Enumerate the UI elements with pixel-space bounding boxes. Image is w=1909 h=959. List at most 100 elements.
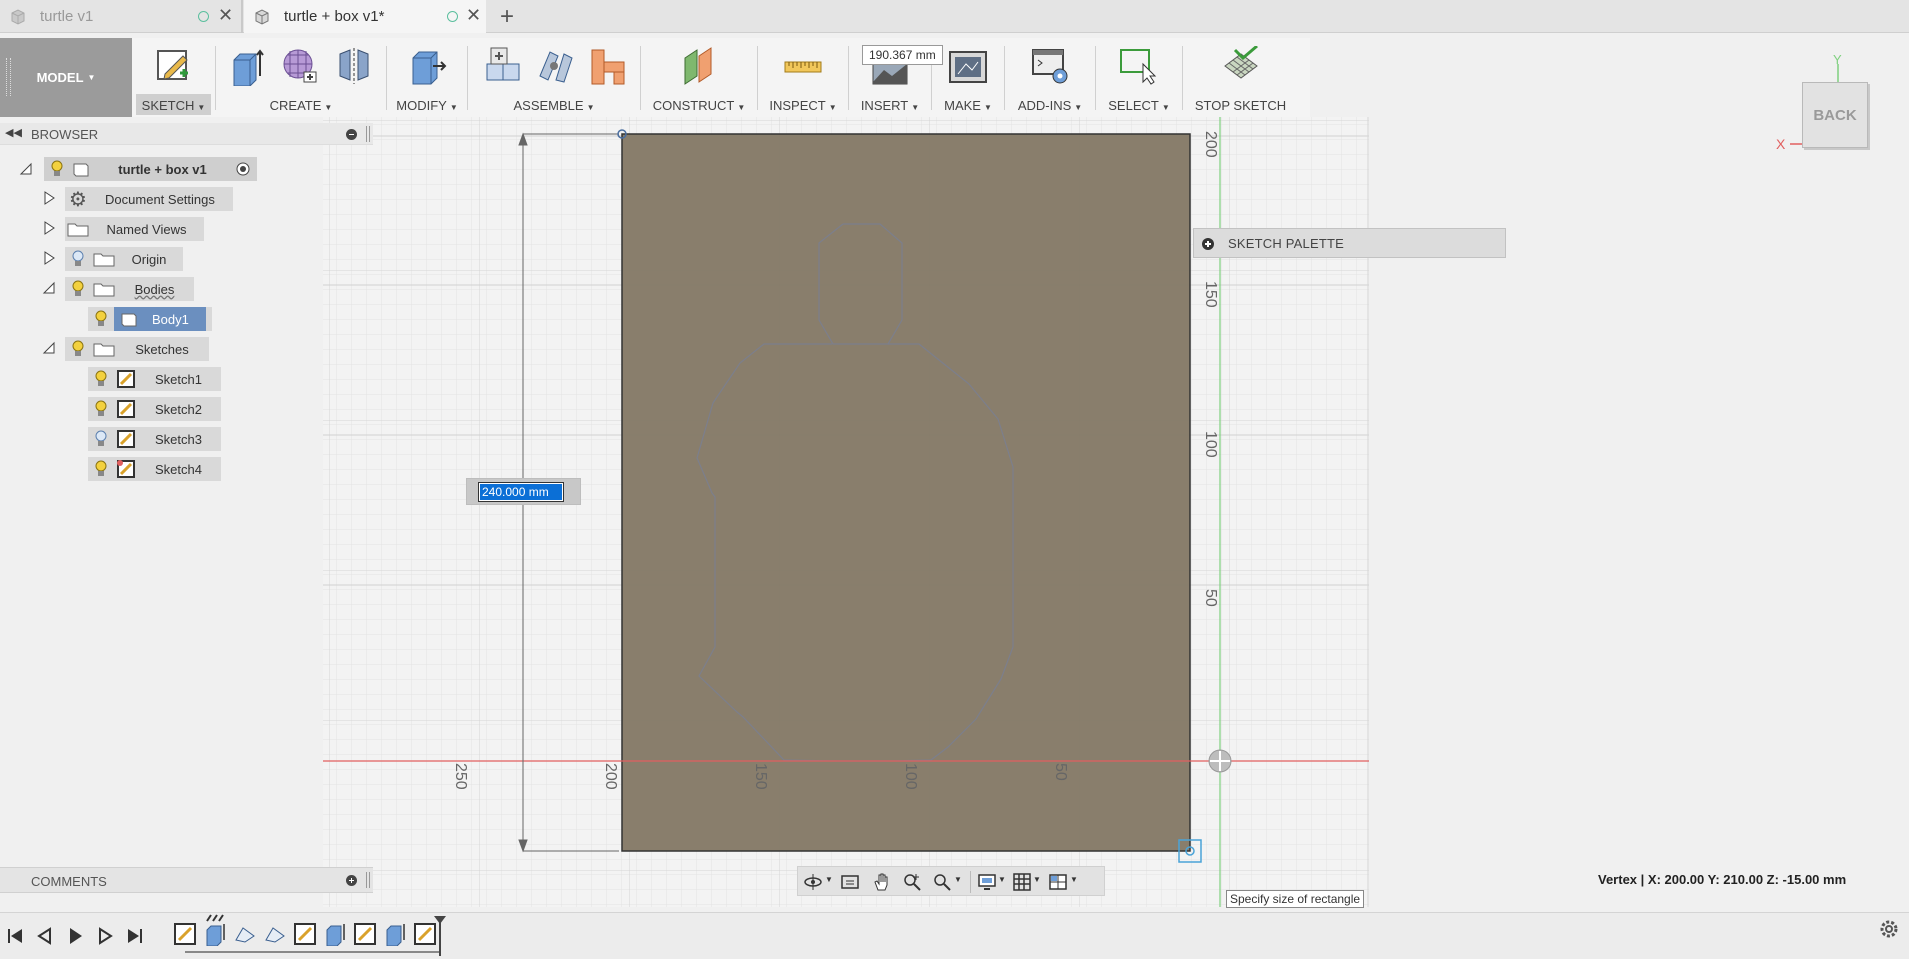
browser-item-sketch3[interactable]: Sketch3 xyxy=(88,427,221,451)
viewports-icon[interactable] xyxy=(1048,872,1068,892)
timeline-settings-gear-icon[interactable] xyxy=(1878,918,1900,940)
timeline-sketch-icon[interactable] xyxy=(173,922,197,946)
visibility-bulb-icon[interactable] xyxy=(71,340,85,358)
timeline-extrude-icon[interactable] xyxy=(383,922,407,946)
pan-hand-icon[interactable] xyxy=(872,872,892,892)
view-cube-face[interactable]: BACK xyxy=(1802,82,1868,148)
add-ins-group[interactable]: ADD-INS ▼ xyxy=(1005,38,1095,117)
play-icon[interactable] xyxy=(64,925,86,947)
expand-palette-icon[interactable] xyxy=(1202,238,1214,250)
divider xyxy=(970,871,971,893)
panel-grip-icon[interactable] xyxy=(366,126,370,142)
go-to-start-icon[interactable] xyxy=(4,925,26,947)
step-back-icon[interactable] xyxy=(34,925,56,947)
zoom-icon[interactable] xyxy=(902,872,922,892)
new-tab-icon[interactable]: + xyxy=(500,3,514,31)
look-at-icon[interactable] xyxy=(840,872,860,892)
timeline-sketch-icon[interactable] xyxy=(293,922,317,946)
sketch-rectangle[interactable] xyxy=(621,133,1191,852)
browser-item-sketch4[interactable]: Sketch4 xyxy=(88,457,221,481)
collapse-panel-icon[interactable]: ◀◀ xyxy=(5,126,22,139)
minimize-icon[interactable] xyxy=(346,129,357,140)
collapsed-triangle-icon[interactable] xyxy=(42,191,56,205)
select-icon[interactable] xyxy=(1119,46,1159,86)
assemble-group[interactable]: ASSEMBLE ▼ xyxy=(468,38,640,117)
browser-item-named-views[interactable]: Named Views xyxy=(65,217,204,241)
origin-icon[interactable] xyxy=(1208,749,1232,773)
modify-group[interactable]: MODIFY ▼ xyxy=(387,38,467,117)
visibility-bulb-icon[interactable] xyxy=(94,400,108,418)
inspect-group[interactable]: INSPECT ▼ xyxy=(758,38,848,117)
form-icon[interactable] xyxy=(280,46,320,86)
sketch-palette[interactable]: SKETCH PALETTE xyxy=(1193,228,1506,258)
visibility-bulb-icon[interactable] xyxy=(94,430,108,448)
browser-item-body1[interactable]: Body1 xyxy=(88,307,212,331)
close-tab-icon[interactable]: ✕ xyxy=(218,5,233,26)
make-group[interactable]: MAKE ▼ xyxy=(932,38,1004,117)
caret-down-icon[interactable]: ▼ xyxy=(998,875,1006,884)
workspace-switcher[interactable]: MODEL ▼ xyxy=(0,38,132,117)
collapsed-triangle-icon[interactable] xyxy=(42,221,56,235)
visibility-bulb-icon[interactable] xyxy=(71,250,85,268)
browser-item-bodies[interactable]: Bodies xyxy=(65,277,194,301)
visibility-bulb-icon[interactable] xyxy=(94,310,108,328)
create-group[interactable]: CREATE ▼ xyxy=(216,38,386,117)
timeline-form-icon[interactable] xyxy=(263,922,287,946)
activate-radio-icon[interactable] xyxy=(235,161,251,177)
as-built-joint-icon[interactable] xyxy=(588,46,628,86)
view-cube[interactable]: Y BACK X xyxy=(1770,50,1890,160)
visibility-bulb-icon[interactable] xyxy=(94,370,108,388)
press-pull-icon[interactable] xyxy=(407,46,447,86)
measure-icon[interactable] xyxy=(783,46,823,86)
browser-item-document-settings[interactable]: ⚙ Document Settings xyxy=(65,187,233,211)
timeline-sketch-icon[interactable] xyxy=(353,922,377,946)
joint-icon[interactable] xyxy=(536,46,576,86)
timeline-extrude-icon[interactable] xyxy=(203,922,227,946)
extrude-icon[interactable] xyxy=(226,46,266,86)
browser-item-origin[interactable]: Origin xyxy=(65,247,183,271)
tab-turtle-box-v1[interactable]: turtle + box v1* ✕ xyxy=(244,0,486,33)
expanded-triangle-icon[interactable] xyxy=(42,341,56,355)
display-settings-icon[interactable] xyxy=(977,872,997,892)
create-sketch-icon[interactable] xyxy=(153,46,193,86)
mirror-icon[interactable] xyxy=(334,46,374,86)
dimension-input[interactable] xyxy=(478,482,564,502)
grid-settings-icon[interactable] xyxy=(1012,872,1032,892)
timeline-extrude-icon[interactable] xyxy=(323,922,347,946)
stop-sketch-group[interactable]: STOP SKETCH xyxy=(1183,38,1298,117)
go-to-end-icon[interactable] xyxy=(124,925,146,947)
visibility-bulb-icon[interactable] xyxy=(50,160,64,178)
browser-root[interactable]: turtle + box v1 xyxy=(44,157,257,181)
visibility-bulb-icon[interactable] xyxy=(71,280,85,298)
add-comment-icon[interactable] xyxy=(346,875,357,886)
scripts-icon[interactable] xyxy=(1030,46,1070,86)
expanded-triangle-icon[interactable] xyxy=(19,162,33,176)
3d-print-icon[interactable] xyxy=(948,46,988,86)
collapsed-triangle-icon[interactable] xyxy=(42,251,56,265)
select-group[interactable]: SELECT ▼ xyxy=(1096,38,1182,117)
expanded-triangle-icon[interactable] xyxy=(42,281,56,295)
construct-group[interactable]: CONSTRUCT ▼ xyxy=(641,38,757,117)
browser-item-sketch1[interactable]: Sketch1 xyxy=(88,367,221,391)
orbit-icon[interactable] xyxy=(803,872,823,892)
visibility-bulb-icon[interactable] xyxy=(94,460,108,478)
caret-down-icon[interactable]: ▼ xyxy=(1033,875,1041,884)
new-component-icon[interactable] xyxy=(483,46,523,86)
caret-down-icon[interactable]: ▼ xyxy=(1070,875,1078,884)
panel-grip-icon[interactable] xyxy=(366,872,370,888)
sketch-icon xyxy=(117,400,135,418)
fit-icon[interactable] xyxy=(932,872,952,892)
close-tab-icon[interactable]: ✕ xyxy=(466,5,481,26)
caret-down-icon[interactable]: ▼ xyxy=(954,875,962,884)
tab-turtle-v1[interactable]: turtle v1 ✕ xyxy=(0,0,240,33)
browser-item-sketch2[interactable]: Sketch2 xyxy=(88,397,221,421)
sketch-group[interactable]: SKETCH ▼ xyxy=(132,38,215,117)
timeline-form-icon[interactable] xyxy=(233,922,257,946)
caret-down-icon[interactable]: ▼ xyxy=(825,875,833,884)
step-forward-icon[interactable] xyxy=(94,925,116,947)
timeline-marker-icon[interactable] xyxy=(434,916,446,958)
offset-plane-icon[interactable] xyxy=(679,46,719,86)
folder-icon xyxy=(93,343,115,357)
stop-sketch-icon[interactable] xyxy=(1221,46,1261,86)
browser-item-sketches[interactable]: Sketches xyxy=(65,337,209,361)
